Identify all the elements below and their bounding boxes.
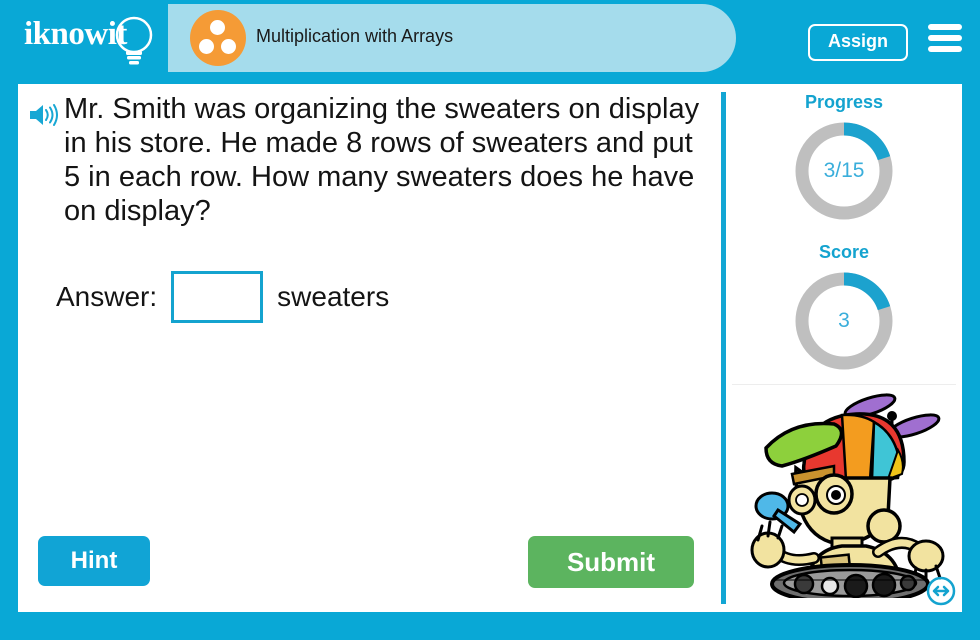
answer-unit-label: sweaters (277, 281, 390, 312)
progress-value: 3/15 (823, 159, 865, 182)
iknowit-logo[interactable]: iknowit (24, 12, 164, 68)
menu-bar (928, 24, 962, 30)
panel-divider-horizontal (732, 384, 956, 385)
progress-label: Progress (804, 92, 884, 112)
array-dot (210, 20, 225, 35)
menu-bar (928, 46, 962, 52)
answer-label: Answer: (56, 281, 158, 312)
content-area: Mr. Smith was organizing the sweaters on… (18, 84, 962, 612)
progress-donut: 3/15 (790, 117, 898, 225)
robot-mascot-icon (750, 393, 945, 598)
score-label: Score (818, 242, 870, 262)
side-panel: Progress 3/15 Score 3 (726, 84, 962, 612)
assign-button[interactable]: Assign (807, 24, 908, 61)
hint-button[interactable]: Hint (38, 536, 150, 586)
submit-button[interactable]: Submit (528, 536, 694, 588)
lightbulb-icon (115, 16, 153, 65)
menu-bar (928, 35, 962, 41)
score-value: 3 (838, 309, 850, 332)
question-text: Mr. Smith was organizing the sweaters on… (64, 93, 700, 227)
horizontal-resize-icon[interactable] (926, 576, 956, 606)
array-dot (221, 39, 236, 54)
score-donut: 3 (790, 267, 898, 375)
answer-row: Answer: sweaters (56, 269, 389, 325)
answer-input[interactable] (171, 271, 264, 323)
progress-meter: Progress 3/15 (726, 92, 962, 225)
app-header: iknowit Multiplication with Arrays Assig… (0, 0, 980, 76)
speaker-icon[interactable] (28, 102, 58, 128)
three-dots-array-icon (190, 10, 246, 66)
hamburger-menu-icon[interactable] (928, 24, 962, 52)
score-meter: Score 3 (726, 242, 962, 375)
lesson-title: Multiplication with Arrays (256, 26, 454, 46)
question-pane: Mr. Smith was organizing the sweaters on… (18, 84, 718, 612)
array-dot (199, 39, 214, 54)
app-window: iknowit Multiplication with Arrays Assig… (0, 0, 980, 640)
